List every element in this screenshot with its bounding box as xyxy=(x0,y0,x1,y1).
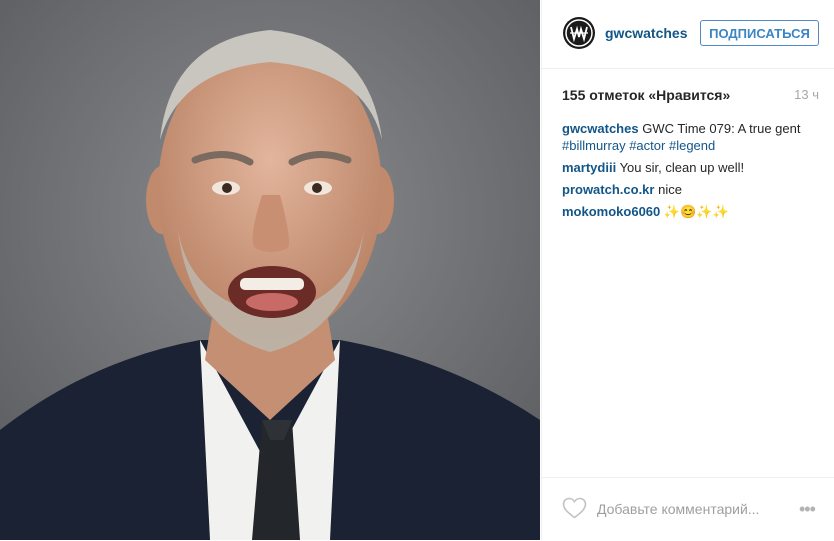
comments-list: gwcwatches GWC Time 079: A true gent #bi… xyxy=(562,120,824,225)
comment-item: mokomoko6060 ✨😊✨✨ xyxy=(562,203,824,220)
post-actions-bar: Добавьте комментарий... ••• xyxy=(542,477,834,541)
comment-item: martydiii You sir, clean up well! xyxy=(562,159,824,176)
comment-username[interactable]: mokomoko6060 xyxy=(562,204,660,219)
post-details-panel: gwcwatches ПОДПИСАТЬСЯ 155 отметок «Нрав… xyxy=(541,0,834,540)
hashtag[interactable]: #actor xyxy=(629,138,665,153)
heart-outline-icon[interactable] xyxy=(562,497,587,519)
post-header: gwcwatches ПОДПИСАТЬСЯ xyxy=(542,0,834,69)
caption-text: GWC Time 079: A true gent xyxy=(642,121,801,136)
likes-count[interactable]: 155 отметок «Нравится» xyxy=(562,87,730,103)
hashtag[interactable]: #legend xyxy=(669,138,715,153)
comment-text: ✨😊✨✨ xyxy=(663,204,729,219)
caption: gwcwatches GWC Time 079: A true gent #bi… xyxy=(562,120,824,154)
caption-username[interactable]: gwcwatches xyxy=(562,121,639,136)
comment-username[interactable]: martydiii xyxy=(562,160,616,175)
add-comment-input[interactable]: Добавьте комментарий... xyxy=(597,501,759,517)
comment-text: nice xyxy=(658,182,682,197)
comment-item: prowatch.co.kr nice xyxy=(562,181,824,198)
post-photo[interactable] xyxy=(0,0,540,540)
gwc-logo-icon[interactable] xyxy=(562,16,596,50)
post-timestamp[interactable]: 13 ч xyxy=(794,87,819,102)
portrait-illustration xyxy=(0,0,540,540)
comment-text: You sir, clean up well! xyxy=(619,160,745,175)
more-dots-icon[interactable]: ••• xyxy=(799,499,816,520)
comment-username[interactable]: prowatch.co.kr xyxy=(562,182,654,197)
follow-button[interactable]: ПОДПИСАТЬСЯ xyxy=(700,20,819,46)
post-username[interactable]: gwcwatches xyxy=(605,25,687,41)
hashtag[interactable]: #billmurray xyxy=(562,138,626,153)
